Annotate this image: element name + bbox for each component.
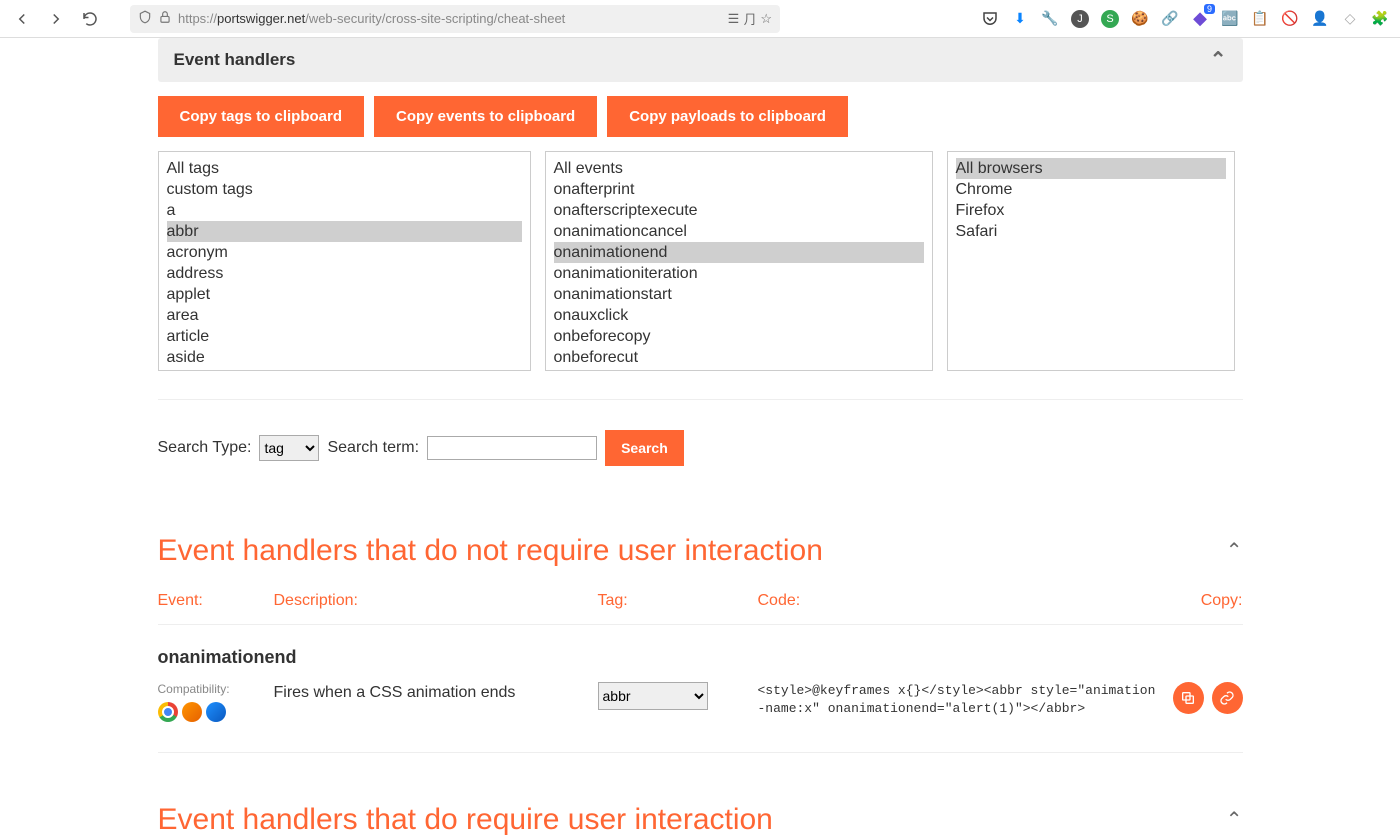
ghost-icon[interactable]: 👤 [1308,7,1332,31]
chevron-up-icon: ⌃ [1210,50,1227,70]
section-header[interactable]: Event handlers ⌃ [158,38,1243,82]
heading-interaction: Event handlers that do require user inte… [158,803,1243,837]
lock-icon [158,10,172,27]
bookmark-star-icon[interactable]: ☆ [760,11,772,27]
list-item[interactable]: area [167,305,522,326]
wrench-icon[interactable]: 🔧 [1038,7,1062,31]
column-headers: Event: Description: Tag: Code: Copy: [158,568,1243,625]
col-copy: Copy: [1183,592,1243,610]
list-item[interactable]: Firefox [956,200,1226,221]
list-item[interactable]: onbeforecopy [554,326,924,347]
copy-buttons-row: Copy tags to clipboard Copy events to cl… [158,82,1243,151]
reader-icon[interactable]: ☰ [728,11,740,27]
copy-tags-button[interactable]: Copy tags to clipboard [158,96,365,137]
col-code: Code: [758,592,1183,610]
link-icon[interactable]: 🔗 [1158,7,1182,31]
list-item[interactable]: acronym [167,242,522,263]
list-item[interactable]: All events [554,158,924,179]
search-type-label: Search Type: [158,439,252,457]
chevron-up-icon[interactable]: ⌃ [1226,541,1243,561]
url-text: https://portswigger.net/web-security/cro… [178,11,722,26]
search-row: Search Type: tag Search term: Search [158,399,1243,484]
list-row: All tagscustom tagsaabbracronymaddressap… [158,151,1243,371]
result-description: Fires when a CSS animation ends [274,682,598,722]
list-item[interactable]: onanimationend [554,242,924,263]
list-item[interactable]: All browsers [956,158,1226,179]
firefox-icon [182,702,202,722]
list-item[interactable]: custom tags [167,179,522,200]
list-item[interactable]: onbeforecut [554,347,924,368]
list-item[interactable]: article [167,326,522,347]
list-item[interactable]: onafterscriptexecute [554,200,924,221]
list-item[interactable]: Safari [956,221,1226,242]
list-item[interactable]: All tags [167,158,522,179]
search-term-label: Search term: [327,439,419,457]
col-description: Description: [274,592,598,610]
list-item[interactable]: onauxclick [554,305,924,326]
translate-icon[interactable]: ⺆ [743,9,756,28]
list-item[interactable]: onanimationiteration [554,263,924,284]
result-row: Compatibility: Fires when a CSS animatio… [158,672,1243,753]
browsers-listbox[interactable]: All browsersChromeFirefoxSafari [947,151,1235,371]
safari-icon [206,702,226,722]
copy-link-button[interactable] [1212,682,1243,714]
pocket-icon[interactable] [978,7,1002,31]
events-listbox[interactable]: All eventsonafterprintonafterscriptexecu… [545,151,933,371]
list-item[interactable]: applet [167,284,522,305]
result-code: <style>@keyframes x{}</style><abbr style… [758,682,1173,722]
noscript-icon[interactable]: 🚫 [1278,7,1302,31]
extension-purple-icon[interactable]: ◆9 [1188,7,1212,31]
chrome-icon [158,702,178,722]
copy-payloads-button[interactable]: Copy payloads to clipboard [607,96,848,137]
url-bar[interactable]: https://portswigger.net/web-security/cro… [130,5,780,33]
copy-events-button[interactable]: Copy events to clipboard [374,96,597,137]
shield-icon [138,10,152,27]
result-tag-select[interactable]: abbr [598,682,708,710]
search-button[interactable]: Search [605,430,684,466]
search-type-select[interactable]: tag [259,435,319,461]
search-term-input[interactable] [427,436,597,460]
nav-back-button[interactable] [8,5,36,33]
extension-icon-green[interactable]: S [1098,7,1122,31]
account-icon[interactable]: J [1068,7,1092,31]
list-item[interactable]: onanimationcancel [554,221,924,242]
browser-toolbar: https://portswigger.net/web-security/cro… [0,0,1400,38]
copy-code-button[interactable] [1173,682,1204,714]
list-item[interactable]: a [167,200,522,221]
list-item[interactable]: address [167,263,522,284]
list-item[interactable]: onanimationstart [554,284,924,305]
nav-reload-button[interactable] [76,5,104,33]
translate-ext-icon[interactable]: 🔤 [1218,7,1242,31]
list-item[interactable]: Chrome [956,179,1226,200]
col-event: Event: [158,592,274,610]
cookie-icon[interactable]: 🍪 [1128,7,1152,31]
tags-listbox[interactable]: All tagscustom tagsaabbracronymaddressap… [158,151,531,371]
col-tag: Tag: [598,592,758,610]
diamond-icon[interactable]: ◇ [1338,7,1362,31]
chevron-up-icon[interactable]: ⌃ [1226,810,1243,830]
downloads-icon[interactable]: ⬇ [1008,7,1032,31]
notes-icon[interactable]: 📋 [1248,7,1272,31]
list-item[interactable]: abbr [167,221,522,242]
list-item[interactable]: onafterprint [554,179,924,200]
compat-label: Compatibility: [158,682,274,696]
list-item[interactable]: aside [167,347,522,368]
heading-no-interaction: Event handlers that do not require user … [158,534,1243,568]
extensions-puzzle-icon[interactable]: 🧩 [1368,7,1392,31]
result-event-name: onanimationend [158,625,1243,672]
nav-forward-button[interactable] [42,5,70,33]
section-title: Event handlers [174,50,296,70]
